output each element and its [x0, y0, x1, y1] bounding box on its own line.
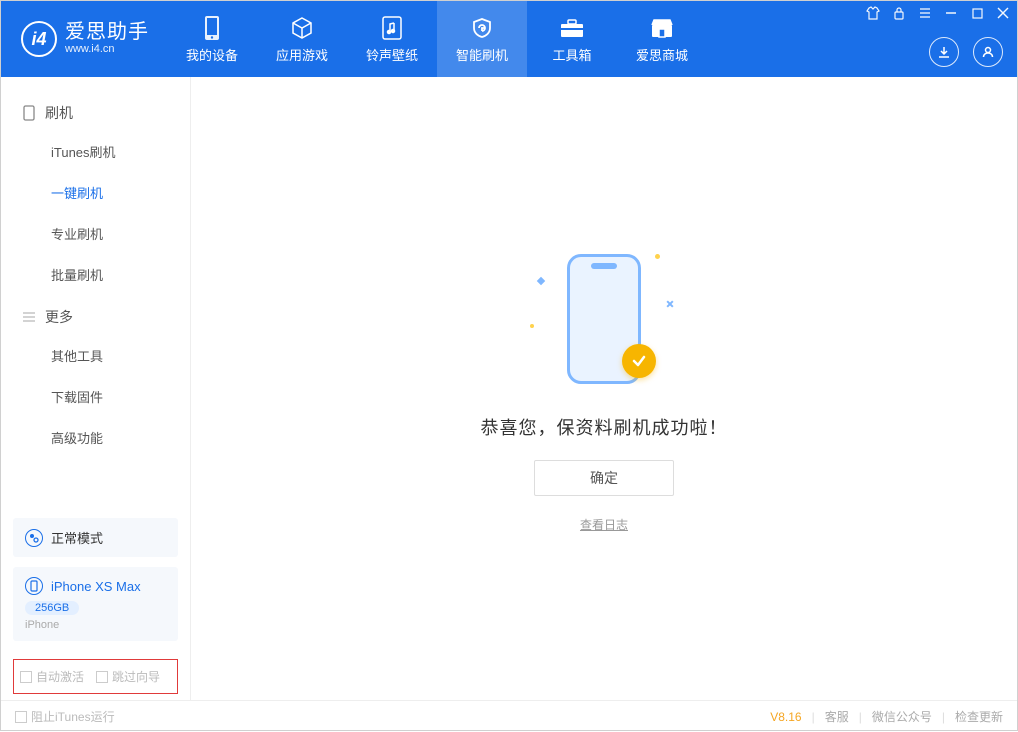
refresh-shield-icon [469, 15, 495, 41]
main-content: 恭喜您，保资料刷机成功啦！ 确定 查看日志 [191, 77, 1017, 700]
nav-label: 智能刷机 [456, 45, 508, 64]
device-name: iPhone XS Max [51, 579, 141, 594]
sidebar-item-download-fw[interactable]: 下载固件 [1, 376, 190, 417]
sidebar-item-advanced[interactable]: 高级功能 [1, 417, 190, 458]
nav-apps-games[interactable]: 应用游戏 [257, 1, 347, 77]
nav-my-device[interactable]: 我的设备 [167, 1, 257, 77]
sidebar-item-onekey-flash[interactable]: 一键刷机 [1, 172, 190, 213]
version-label: V8.16 [770, 710, 801, 724]
download-button[interactable] [929, 37, 959, 67]
block-itunes-checkbox[interactable]: 阻止iTunes运行 [15, 708, 115, 725]
phone-outline-icon [21, 105, 37, 121]
sidebar-item-pro-flash[interactable]: 专业刷机 [1, 213, 190, 254]
auto-activate-checkbox[interactable]: 自动激活 [20, 668, 84, 685]
nav-label: 应用游戏 [276, 45, 328, 64]
close-button[interactable] [995, 5, 1011, 21]
lock-icon[interactable] [891, 5, 907, 21]
mode-label: 正常模式 [51, 528, 103, 547]
sidebar-item-other-tools[interactable]: 其他工具 [1, 335, 190, 376]
device-type: iPhone [25, 619, 166, 631]
sidebar-group-flash: 刷机 [1, 95, 190, 131]
bottom-checks-highlight: 自动激活 跳过向导 [13, 659, 178, 694]
success-message: 恭喜您，保资料刷机成功啦！ [481, 414, 728, 440]
status-link-wechat[interactable]: 微信公众号 [872, 708, 932, 725]
shirt-icon[interactable] [865, 5, 881, 21]
menu-icon[interactable] [917, 5, 933, 21]
maximize-button[interactable] [969, 5, 985, 21]
ok-button[interactable]: 确定 [534, 460, 674, 496]
cube-icon [289, 15, 315, 41]
title-bar: i4 爱思助手 www.i4.cn 我的设备 应用游戏 铃声壁纸 智能刷机 工具… [1, 1, 1017, 77]
nav-smart-flash[interactable]: 智能刷机 [437, 1, 527, 77]
group-title: 更多 [45, 307, 73, 327]
top-nav: 我的设备 应用游戏 铃声壁纸 智能刷机 工具箱 爱思商城 [167, 1, 707, 77]
nav-ringtone-wallpaper[interactable]: 铃声壁纸 [347, 1, 437, 77]
user-button[interactable] [973, 37, 1003, 67]
nav-label: 爱思商城 [636, 45, 688, 64]
mode-card[interactable]: 正常模式 [13, 518, 178, 557]
app-url: www.i4.cn [65, 42, 149, 56]
list-icon [21, 309, 37, 325]
store-icon [649, 15, 675, 41]
app-logo: i4 爱思助手 www.i4.cn [1, 1, 167, 77]
toolbox-icon [559, 15, 585, 41]
nav-label: 工具箱 [552, 45, 591, 64]
success-illustration [524, 244, 684, 394]
skip-guide-checkbox[interactable]: 跳过向导 [96, 668, 160, 685]
mode-icon [25, 529, 43, 547]
window-controls [865, 5, 1011, 21]
check-badge-icon [622, 344, 656, 378]
nav-label: 我的设备 [186, 45, 238, 64]
status-bar: 阻止iTunes运行 V8.16 | 客服 | 微信公众号 | 检查更新 [1, 700, 1017, 732]
sidebar-group-more: 更多 [1, 299, 190, 335]
sidebar: 刷机 iTunes刷机 一键刷机 专业刷机 批量刷机 更多 其他工具 下载固件 … [1, 77, 191, 700]
nav-store[interactable]: 爱思商城 [617, 1, 707, 77]
music-file-icon [379, 15, 405, 41]
logo-icon: i4 [21, 21, 57, 57]
sidebar-item-batch-flash[interactable]: 批量刷机 [1, 254, 190, 295]
status-link-update[interactable]: 检查更新 [955, 708, 1003, 725]
header-round-buttons [929, 37, 1003, 67]
app-name: 爱思助手 [65, 22, 149, 42]
status-link-support[interactable]: 客服 [825, 708, 849, 725]
minimize-button[interactable] [943, 5, 959, 21]
device-phone-icon [25, 577, 43, 595]
sidebar-item-itunes-flash[interactable]: iTunes刷机 [1, 131, 190, 172]
group-title: 刷机 [45, 103, 73, 123]
nav-toolbox[interactable]: 工具箱 [527, 1, 617, 77]
storage-badge: 256GB [25, 601, 79, 615]
view-log-link[interactable]: 查看日志 [580, 516, 628, 533]
nav-label: 铃声壁纸 [366, 45, 418, 64]
device-card[interactable]: iPhone XS Max 256GB iPhone [13, 567, 178, 641]
device-icon [199, 15, 225, 41]
